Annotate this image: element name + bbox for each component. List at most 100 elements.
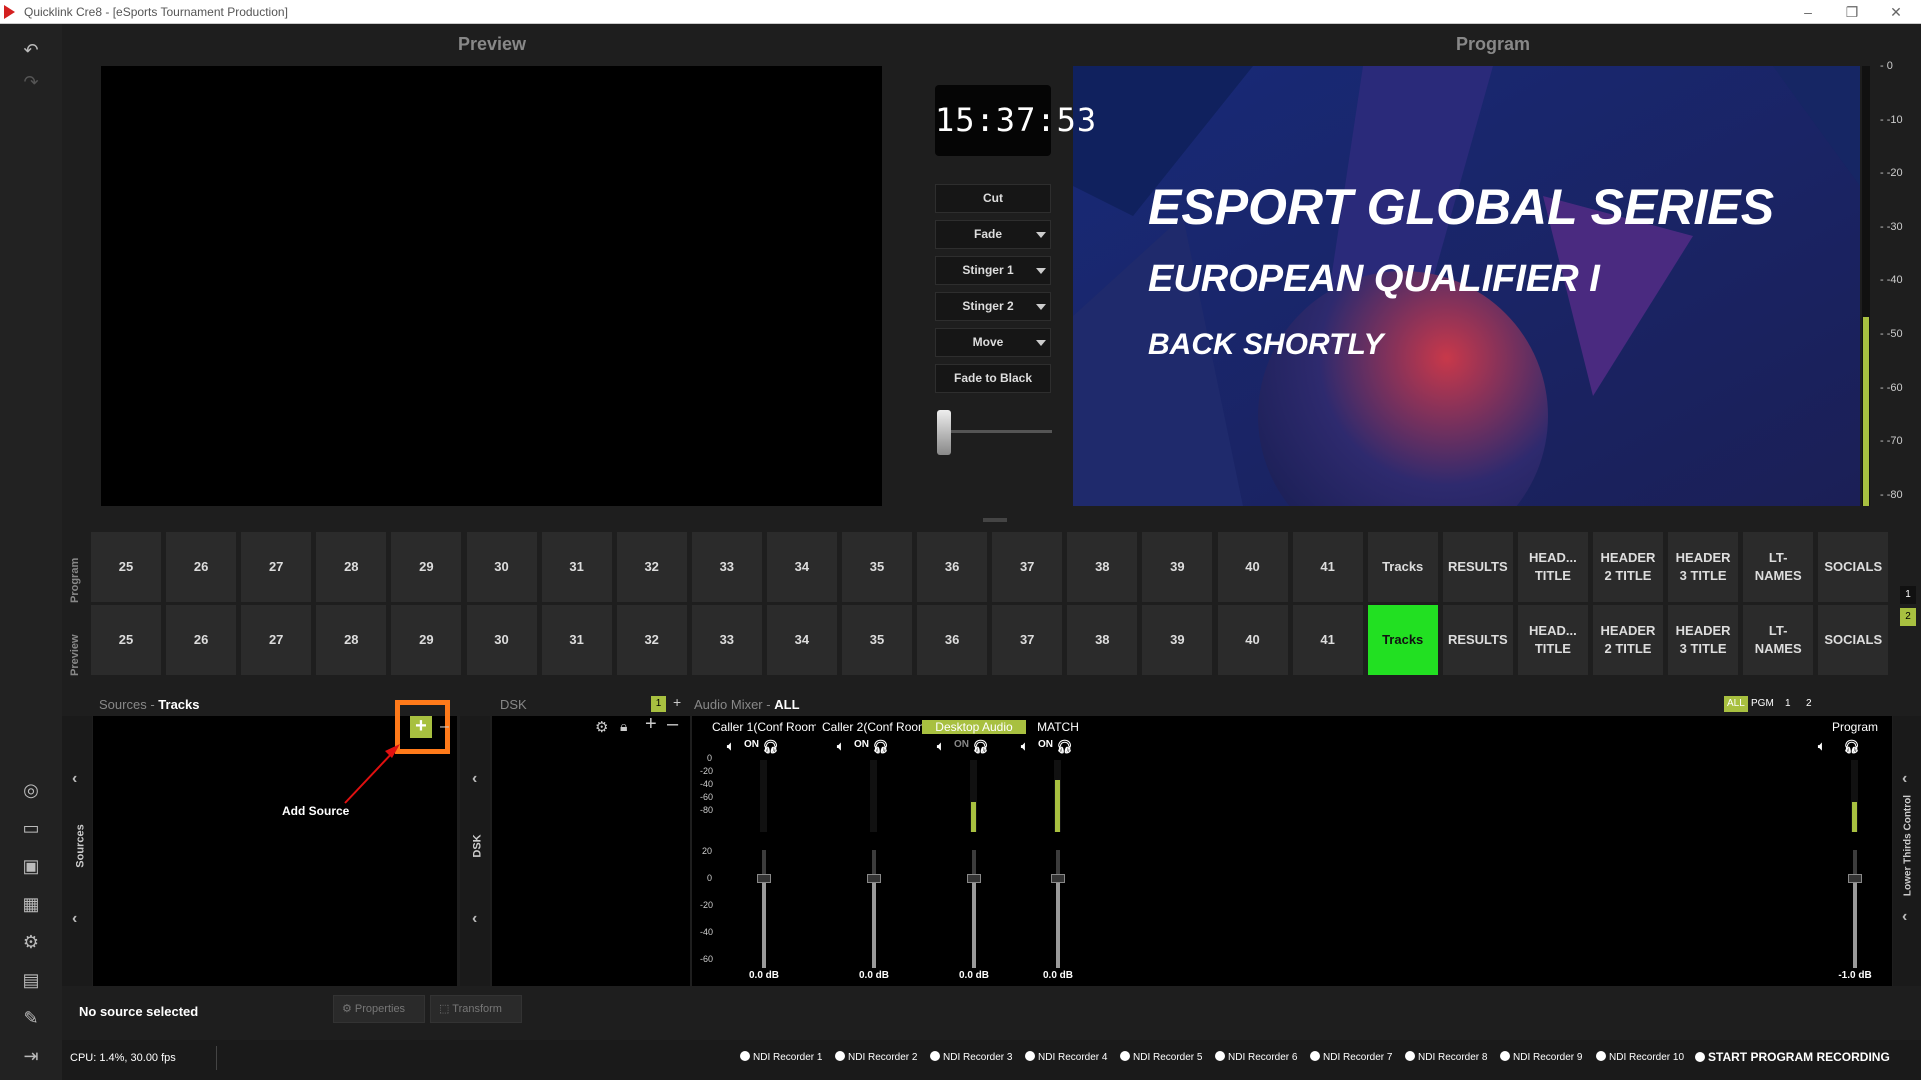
folder-icon[interactable]: ▤ <box>19 968 43 992</box>
preview-scene-button[interactable]: 25 <box>91 605 161 675</box>
preview-scene-button[interactable]: 41 <box>1292 605 1363 675</box>
dsk-page-badge[interactable]: 1 <box>651 696 666 712</box>
program-scene-button[interactable]: RESULTS <box>1442 532 1513 602</box>
preview-scene-button[interactable]: 29 <box>391 605 462 675</box>
chevron-down-icon[interactable] <box>1036 268 1046 274</box>
properties-button[interactable]: ⚙ Properties <box>333 995 425 1023</box>
preview-scene-button[interactable]: 37 <box>992 605 1063 675</box>
scene-page-tab[interactable]: 1 <box>1900 586 1916 604</box>
program-scene-button[interactable]: 27 <box>241 532 312 602</box>
preview-scene-button[interactable]: 33 <box>691 605 762 675</box>
chevron-down-icon[interactable] <box>1036 340 1046 346</box>
program-scene-button[interactable]: 30 <box>466 532 537 602</box>
dsk-list[interactable] <box>492 716 690 986</box>
fader-handle[interactable] <box>1848 874 1862 883</box>
speaker-icon[interactable]: 🔈︎ <box>937 739 944 754</box>
exit-icon[interactable]: ⇥ <box>19 1044 43 1068</box>
chevron-down-icon[interactable] <box>1036 304 1046 310</box>
dsk-remove-minus-icon[interactable]: – <box>667 713 678 736</box>
dsk-lock-icon[interactable]: 🔒︎ <box>620 718 627 735</box>
preview-scene-button[interactable]: 36 <box>917 605 988 675</box>
ndi-recorder-toggle[interactable]: NDI Recorder 10 <box>1596 1051 1684 1063</box>
t-bar-handle[interactable] <box>937 410 951 455</box>
audio-tab[interactable]: PGM <box>1748 696 1777 712</box>
program-scene-button[interactable]: 32 <box>616 532 687 602</box>
dsk-expand-chevron-icon[interactable]: ‹ <box>472 910 477 928</box>
headphones-icon[interactable]: 🎧︎ <box>1843 739 1860 755</box>
program-scene-button[interactable]: Tracks <box>1367 532 1438 602</box>
expand-sources-chevron-icon[interactable]: ‹ <box>72 910 77 928</box>
ndi-recorder-toggle[interactable]: NDI Recorder 8 <box>1405 1051 1487 1063</box>
mute-on-toggle[interactable]: ON <box>854 739 869 750</box>
program-scene-button[interactable]: LT- NAMES <box>1743 532 1814 602</box>
dsk-collapse-chevron-icon[interactable]: ‹ <box>472 770 477 788</box>
program-scene-button[interactable]: HEADER 2 TITLE <box>1593 532 1663 602</box>
studio-icon[interactable]: ◎ <box>19 778 43 802</box>
preview-scene-button[interactable]: 30 <box>466 605 537 675</box>
preview-scene-button[interactable]: 39 <box>1142 605 1213 675</box>
preview-scene-button[interactable]: RESULTS <box>1442 605 1513 675</box>
ndi-recorder-toggle[interactable]: NDI Recorder 3 <box>930 1051 1012 1063</box>
transition-button-stinger-2[interactable]: Stinger 2 <box>935 292 1051 321</box>
chevron-down-icon[interactable] <box>1036 232 1046 238</box>
preview-monitor[interactable] <box>101 66 882 506</box>
program-scene-button[interactable]: 40 <box>1217 532 1288 602</box>
transition-button-fade-to-black[interactable]: Fade to Black <box>935 364 1051 393</box>
preview-scene-button[interactable]: 28 <box>316 605 387 675</box>
speaker-icon[interactable]: 🔈︎ <box>1818 739 1825 754</box>
dsk-add-plus-icon[interactable]: + <box>645 713 657 736</box>
preview-scene-button[interactable]: 35 <box>842 605 912 675</box>
program-scene-button[interactable]: 37 <box>992 532 1063 602</box>
preview-scene-button[interactable]: Tracks <box>1367 605 1438 675</box>
program-scene-button[interactable]: HEADER 3 TITLE <box>1668 532 1739 602</box>
headphones-icon[interactable]: 🎧︎ <box>1056 739 1073 755</box>
mute-on-toggle[interactable]: ON <box>744 739 759 750</box>
close-button[interactable]: ✕ <box>1874 0 1918 24</box>
headphones-icon[interactable]: 🎧︎ <box>972 739 989 755</box>
scene-page-tab[interactable]: 2 <box>1900 608 1916 626</box>
add-source-button[interactable]: + <box>410 716 432 738</box>
minimize-button[interactable]: – <box>1786 0 1830 24</box>
headphones-icon[interactable]: 🎧︎ <box>762 739 779 755</box>
program-scene-button[interactable]: 41 <box>1292 532 1363 602</box>
fader-handle[interactable] <box>757 874 771 883</box>
restore-button[interactable]: ❐ <box>1830 0 1874 24</box>
fader-handle[interactable] <box>867 874 881 883</box>
ndi-recorder-toggle[interactable]: NDI Recorder 2 <box>835 1051 917 1063</box>
start-program-recording-button[interactable]: START PROGRAM RECORDING <box>1695 1050 1890 1064</box>
panel-splitter[interactable] <box>983 518 1007 522</box>
preview-scene-button[interactable]: 31 <box>541 605 612 675</box>
transition-button-cut[interactable]: Cut <box>935 184 1051 213</box>
multiview-icon[interactable]: ▣ <box>19 854 43 878</box>
program-scene-button[interactable]: 39 <box>1142 532 1213 602</box>
mute-on-toggle[interactable]: ON <box>954 739 969 750</box>
program-scene-button[interactable]: HEAD... TITLE <box>1517 532 1588 602</box>
audio-tab[interactable]: 1 <box>1782 696 1794 712</box>
program-scene-button[interactable]: 25 <box>91 532 161 602</box>
program-scene-button[interactable]: 34 <box>766 532 837 602</box>
ndi-recorder-toggle[interactable]: NDI Recorder 7 <box>1310 1051 1392 1063</box>
collapse-sources-chevron-icon[interactable]: ‹ <box>72 770 77 788</box>
undo-icon[interactable]: ↶ <box>19 38 43 62</box>
speaker-icon[interactable]: 🔈︎ <box>727 739 734 754</box>
audio-tab[interactable]: 2 <box>1803 696 1815 712</box>
ndi-recorder-toggle[interactable]: NDI Recorder 5 <box>1120 1051 1202 1063</box>
program-scene-button[interactable]: 28 <box>316 532 387 602</box>
preview-scene-button[interactable]: HEAD... TITLE <box>1517 605 1588 675</box>
dsk-add-page-plus-icon[interactable]: + <box>673 694 681 710</box>
ndi-recorder-toggle[interactable]: NDI Recorder 9 <box>1500 1051 1582 1063</box>
monitor-icon[interactable]: ▭ <box>19 816 43 840</box>
program-scene-button[interactable]: SOCIALS <box>1818 532 1889 602</box>
mute-on-toggle[interactable]: ON <box>1038 739 1053 750</box>
preview-scene-button[interactable]: HEADER 3 TITLE <box>1668 605 1739 675</box>
dsk-settings-gear-icon[interactable]: ⚙ <box>595 718 608 736</box>
ndi-recorder-toggle[interactable]: NDI Recorder 6 <box>1215 1051 1297 1063</box>
program-scene-button[interactable]: 33 <box>691 532 762 602</box>
transition-button-fade[interactable]: Fade <box>935 220 1051 249</box>
program-scene-button[interactable]: 35 <box>842 532 912 602</box>
transform-button[interactable]: ⬚ Transform <box>430 995 522 1023</box>
transition-button-stinger-1[interactable]: Stinger 1 <box>935 256 1051 285</box>
speaker-icon[interactable]: 🔈︎ <box>837 739 844 754</box>
ndi-recorder-toggle[interactable]: NDI Recorder 4 <box>1025 1051 1107 1063</box>
preview-scene-button[interactable]: 27 <box>241 605 312 675</box>
